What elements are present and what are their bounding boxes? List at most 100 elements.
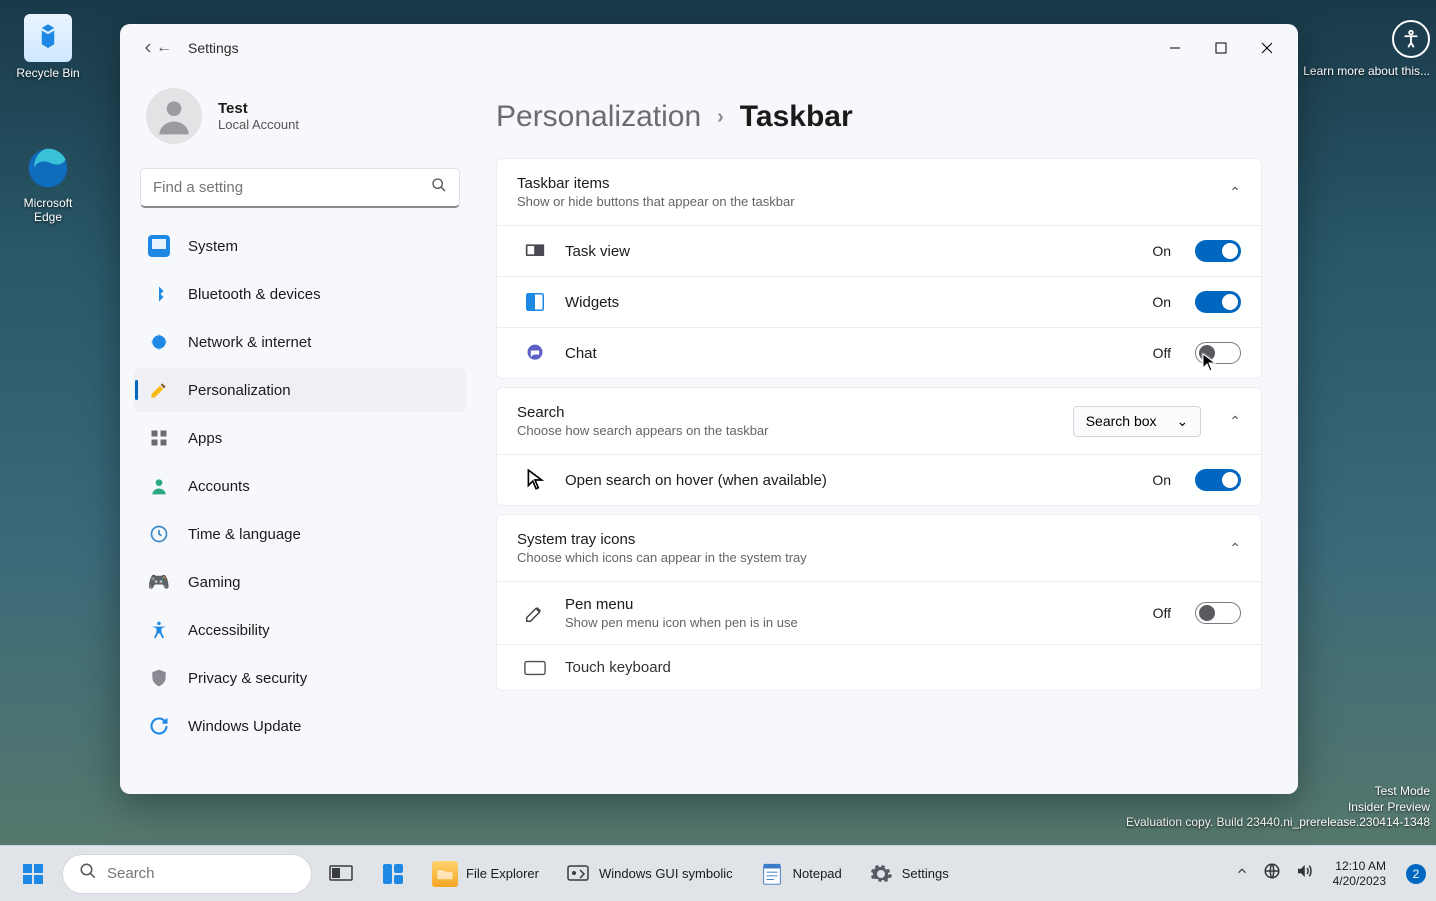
search-icon: [79, 862, 97, 885]
search-card-header[interactable]: Search Choose how search appears on the …: [497, 388, 1261, 454]
edge-icon: [27, 147, 69, 189]
user-name: Test: [218, 100, 299, 117]
nav-time-language[interactable]: Time & language: [134, 512, 466, 556]
system-icon: [152, 239, 166, 253]
nav-windows-update[interactable]: Windows Update: [134, 704, 466, 748]
folder-icon: [432, 861, 458, 887]
nav-label: Privacy & security: [188, 670, 307, 687]
toggle-state-label: On: [1152, 243, 1171, 259]
nav-label: Network & internet: [188, 334, 311, 351]
taskbar-app-settings[interactable]: Settings: [858, 853, 959, 895]
avatar: [146, 88, 202, 144]
accessibility-icon: [148, 619, 170, 641]
accounts-icon: [148, 475, 170, 497]
taskbar-app-notepad[interactable]: Notepad: [749, 853, 852, 895]
nav-label: Gaming: [188, 574, 241, 591]
recycle-bin-icon: [33, 23, 63, 53]
row-label: Touch keyboard: [565, 659, 1241, 676]
row-task-view: Task view On: [497, 225, 1261, 276]
minimize-icon: [1169, 42, 1181, 54]
task-view-icon: [515, 243, 555, 259]
nav-label: Accounts: [188, 478, 250, 495]
nav-label: Bluetooth & devices: [188, 286, 321, 303]
taskbar: File Explorer Windows GUI symbolic Notep…: [0, 845, 1436, 901]
nav-apps[interactable]: Apps: [134, 416, 466, 460]
sidebar: Test Local Account System: [120, 72, 480, 794]
nav-accounts[interactable]: Accounts: [134, 464, 466, 508]
row-label: Pen menu: [565, 596, 1137, 613]
card-subtitle: Choose which icons can appear in the sys…: [517, 550, 1217, 565]
nav-accessibility[interactable]: Accessibility: [134, 608, 466, 652]
breadcrumb-parent[interactable]: Personalization: [496, 100, 701, 134]
title-bar: ← Settings: [120, 24, 1298, 72]
taskbar-search-input[interactable]: [107, 865, 306, 882]
card-subtitle: Choose how search appears on the taskbar: [517, 423, 1061, 438]
chevron-up-icon: ⌃: [1229, 413, 1241, 430]
search-card: Search Choose how search appears on the …: [496, 387, 1262, 506]
widgets-toggle[interactable]: [1195, 291, 1241, 313]
start-button[interactable]: [10, 853, 56, 895]
search-hover-toggle[interactable]: [1195, 469, 1241, 491]
overlay-learn-text: Learn more about this...: [1303, 64, 1430, 80]
accessibility-badge-icon[interactable]: [1392, 20, 1430, 58]
taskbar-search[interactable]: [62, 854, 312, 894]
maximize-button[interactable]: [1198, 32, 1244, 64]
widgets-button[interactable]: [370, 853, 416, 895]
desktop-icon-label: Microsoft Edge: [10, 196, 86, 225]
nav-network[interactable]: Network & internet: [134, 320, 466, 364]
search-mode-dropdown[interactable]: Search box ⌄: [1073, 406, 1202, 437]
nav-privacy[interactable]: Privacy & security: [134, 656, 466, 700]
taskbar-app-file-explorer[interactable]: File Explorer: [422, 853, 549, 895]
task-view-button[interactable]: [318, 853, 364, 895]
volume-tray-icon[interactable]: [1295, 862, 1313, 885]
nav-personalization[interactable]: Personalization: [134, 368, 466, 412]
minimize-button[interactable]: [1152, 32, 1198, 64]
nav-bluetooth[interactable]: Bluetooth & devices: [134, 272, 466, 316]
nav-label: Accessibility: [188, 622, 270, 639]
taskbar-app-label: File Explorer: [466, 866, 539, 881]
overlay-eval: Evaluation copy. Build 23440.ni_prerelea…: [1126, 815, 1430, 831]
search-icon: [431, 177, 447, 198]
desktop-icon-recycle-bin[interactable]: Recycle Bin: [10, 14, 86, 80]
nav-gaming[interactable]: 🎮 Gaming: [134, 560, 466, 604]
settings-window: ← Settings Test Local Account: [120, 24, 1298, 794]
clock-time: 12:10 AM: [1333, 859, 1386, 874]
nav-system[interactable]: System: [134, 224, 466, 268]
breadcrumb-current: Taskbar: [740, 100, 853, 134]
notification-badge[interactable]: 2: [1406, 864, 1426, 884]
row-widgets: Widgets On: [497, 276, 1261, 327]
arrow-left-icon: [140, 40, 156, 56]
nav-label: System: [188, 238, 238, 255]
personalization-icon: [148, 379, 170, 401]
task-view-icon: [328, 861, 354, 887]
chat-toggle[interactable]: [1195, 342, 1241, 364]
tray-overflow-button[interactable]: [1235, 864, 1249, 883]
close-button[interactable]: [1244, 32, 1290, 64]
chat-icon: [515, 343, 555, 363]
search-input[interactable]: [153, 179, 431, 196]
row-label: Chat: [565, 345, 1137, 362]
taskbar-clock[interactable]: 12:10 AM 4/20/2023: [1333, 859, 1386, 889]
taskbar-app-gui-symbolic[interactable]: Windows GUI symbolic: [555, 853, 743, 895]
dropdown-value: Search box: [1086, 413, 1157, 429]
pen-toggle[interactable]: [1195, 602, 1241, 624]
windows-icon: [20, 861, 46, 887]
network-tray-icon[interactable]: [1263, 862, 1281, 885]
task-view-toggle[interactable]: [1195, 240, 1241, 262]
chevron-right-icon: ›: [717, 106, 724, 129]
maximize-icon: [1215, 42, 1227, 54]
chevron-up-icon: ⌃: [1229, 540, 1241, 557]
taskbar-app-label: Settings: [902, 866, 949, 881]
taskbar-items-header[interactable]: Taskbar items Show or hide buttons that …: [497, 159, 1261, 225]
user-block[interactable]: Test Local Account: [130, 80, 470, 164]
desktop-icon-edge[interactable]: Microsoft Edge: [10, 144, 86, 225]
row-chat: Chat Off: [497, 327, 1261, 378]
settings-search[interactable]: [140, 168, 460, 208]
systray-header[interactable]: System tray icons Choose which icons can…: [497, 515, 1261, 581]
back-button[interactable]: ←: [136, 28, 176, 68]
row-touch-keyboard: Touch keyboard: [497, 644, 1261, 690]
row-label: Task view: [565, 243, 1136, 260]
gui-symbolic-icon: [565, 861, 591, 887]
update-icon: [148, 715, 170, 737]
bluetooth-icon: [148, 283, 170, 305]
